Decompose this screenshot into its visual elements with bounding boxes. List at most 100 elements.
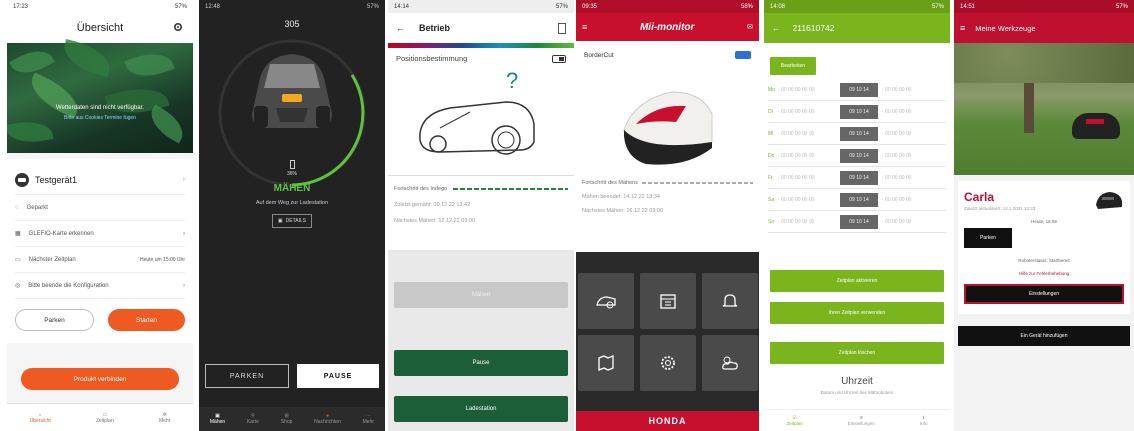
settings-button[interactable]: Einstellungen <box>964 284 1124 304</box>
nav-messages[interactable]: ● Nachrichten <box>314 413 341 425</box>
connect-product-button[interactable]: Produkt verbinden <box>21 368 179 390</box>
map-icon[interactable] <box>577 335 634 391</box>
status-battery: 57% <box>931 3 944 10</box>
menu-icon[interactable]: ≡ <box>582 22 587 32</box>
schedule-row[interactable]: Sa · 00 00 00 00 00 09 10 14 · 00 00 00 00 <box>768 189 946 211</box>
battery-icon <box>289 160 295 169</box>
schedule-row[interactable]: So · 00 00 00 00 00 09 10 14 · 00 00 00 00 <box>768 211 946 233</box>
phone-gardena-overview: 17:23 57% Übersicht Wetterdaten sind nic… <box>7 0 193 431</box>
back-arrow-icon[interactable]: ← <box>772 23 781 33</box>
feature-grid <box>576 252 759 412</box>
bottom-nav: ▣ Mähen ⚲ Karte ⊞ Shop ● Nachrichten ⋯ Mehr <box>199 407 385 431</box>
status-bar: 14:08 57% <box>764 0 950 13</box>
pause-button[interactable]: Pause <box>394 350 568 376</box>
list-label: GLEFIO-Karte erkennen <box>28 230 94 237</box>
mode-label: BorderCut <box>584 51 614 59</box>
calendar-icon[interactable] <box>639 273 696 329</box>
nav-overview[interactable]: ⌂ Übersicht <box>30 412 51 424</box>
menu-icon[interactable]: ≡ <box>960 23 965 33</box>
mower-photo <box>1072 113 1120 139</box>
weather-icon[interactable] <box>701 335 758 391</box>
mower-icon <box>15 172 29 187</box>
app-header: Übersicht <box>7 13 193 43</box>
progress-row: Fortschritt des Indego <box>394 186 568 192</box>
list-item-schedule[interactable]: ▭ Nächster Zeitplan Heute um 15:00 Uhr <box>15 247 185 273</box>
next-mow: Nächstes Mähen: 12.12.22 09:00 <box>394 218 476 224</box>
schedule-row[interactable]: Di · 00 00 00 00 00 09 10 14 · 00 00 00 00 <box>768 101 946 123</box>
schedule-row[interactable]: Mi · 00 00 00 00 00 09 10 14 · 00 00 00 00 <box>768 123 946 145</box>
pause-button[interactable]: PAUSE <box>297 364 379 388</box>
app-header: ← Betrieb <box>388 13 574 43</box>
edit-button[interactable]: Bearbeiten <box>770 57 816 75</box>
last-mow: Mähen beendet: 14.12.22 13:34 <box>582 194 660 200</box>
nav-mow[interactable]: ▣ Mähen <box>210 413 225 425</box>
status-time: 14:14 <box>394 3 410 10</box>
park-button[interactable]: Parken <box>15 309 94 331</box>
nav-schedule[interactable]: ▭ Zeitplan <box>96 412 114 424</box>
bordercut-toggle[interactable] <box>735 51 751 59</box>
nav-more[interactable]: ⋯ Mehr <box>363 413 374 425</box>
battery-level: 36% <box>286 171 297 177</box>
schedule-row[interactable]: Fr · 00 00 00 00 00 09 10 14 · 00 00 00 00 <box>768 167 946 189</box>
position-toggle[interactable] <box>552 54 566 63</box>
status-battery: 57% <box>1115 3 1128 10</box>
bell-icon[interactable] <box>701 273 758 329</box>
activate-schedule-button[interactable]: Zeitplan aktivieren <box>770 270 944 292</box>
device-card: Carla Zuletzt aktualisiert: 12.1.2021 12… <box>958 181 1130 314</box>
question-mark: ? <box>506 68 519 93</box>
back-arrow-icon[interactable]: ← <box>396 23 405 33</box>
nav-settings[interactable]: ⚙ Einstellungen <box>848 415 875 426</box>
chat-icon[interactable]: ✉ <box>747 23 753 31</box>
page-title: Betrieb <box>419 23 451 33</box>
status-battery: 57% <box>366 3 379 10</box>
park-button[interactable]: PARKEN <box>205 364 289 388</box>
help-link[interactable]: Hilfe zur Fehlerbehebung <box>964 271 1124 276</box>
use-schedule-button[interactable]: Ihren Zeitplan verwenden <box>770 302 944 324</box>
phone-honda-miimonitor: 09:35 58% ≡ Mii-monitor ✉ BorderCut Fort… <box>576 0 759 431</box>
mow-button[interactable]: Mähen <box>394 282 568 308</box>
status-bar: 14:14 57% <box>388 0 574 13</box>
status-battery: 58% <box>740 3 753 10</box>
dock-button[interactable]: Ladestation <box>394 396 568 422</box>
calendar-icon: ▭ <box>15 257 21 263</box>
details-button[interactable]: ▣ DETAILS <box>271 214 313 228</box>
progress-bar <box>641 182 753 184</box>
schedule-row[interactable]: Mo · 00 00 00 00 00 09 10 14 · 00 00 00 00 <box>768 79 946 101</box>
gear-icon[interactable] <box>639 335 696 391</box>
info-icon: ▣ <box>277 218 283 224</box>
list-value: Heute um 15:00 Uhr <box>139 256 185 263</box>
garden-photo <box>954 43 1134 175</box>
list-item-map[interactable]: ▦ GLEFIO-Karte erkennen › <box>15 221 185 247</box>
status-bar: 12:48 57% <box>199 0 385 13</box>
bottom-nav: ⌂ Übersicht ▭ Zeitplan ✲ Mehr <box>7 403 193 431</box>
mower-image <box>252 54 332 128</box>
app-header: ← 211610742 <box>764 13 950 43</box>
delete-schedule-button[interactable]: Zeitplan löschen <box>770 342 944 364</box>
device-header[interactable]: Testgerät1 › <box>15 165 185 195</box>
weather-message: Wetterdaten sind nicht verfügbar. <box>56 105 144 111</box>
gear-icon[interactable] <box>173 22 183 32</box>
mower-icon[interactable] <box>577 273 634 329</box>
map-icon: ▦ <box>15 231 21 237</box>
menu-icon[interactable] <box>558 22 566 34</box>
status-bar: 17:23 57% <box>7 0 193 13</box>
phone-my-tools: 14:51 57% ≡ Meine Werkzeuge Carla Zuletz… <box>954 0 1134 431</box>
add-device-button[interactable]: Ein Gerät hinzufügen <box>958 326 1130 346</box>
mower-image <box>623 91 713 165</box>
schedule-row[interactable]: Do · 00 00 00 00 00 09 10 14 · 00 00 00 00 <box>768 145 946 167</box>
nav-info[interactable]: ℹ Info <box>920 415 928 426</box>
list-item-config[interactable]: ◎ Bitte beende die Konfiguration › <box>15 273 185 299</box>
nav-more[interactable]: ✲ Mehr <box>159 412 170 424</box>
status-time: 14:51 <box>960 3 976 10</box>
status-bar: 14:51 57% <box>954 0 1134 13</box>
nav-schedule[interactable]: ☑ Zeitplan <box>787 415 803 426</box>
brand-footer: HONDA <box>576 411 759 431</box>
park-button[interactable]: Parken <box>964 228 1012 248</box>
section-title: Uhrzeit <box>841 376 873 387</box>
weather-link[interactable]: Bitte aus Cookies Termine fügen <box>7 115 193 121</box>
nav-map[interactable]: ⚲ Karte <box>247 413 259 425</box>
nav-shop[interactable]: ⊞ Shop <box>281 413 293 425</box>
start-button[interactable]: Starten <box>108 309 185 331</box>
device-subtitle: Zuletzt aktualisiert: 12.1.2021 12:33 <box>964 205 1036 211</box>
schedule-grid: Mo · 00 00 00 00 00 09 10 14 · 00 00 00 00 … <box>764 75 950 233</box>
